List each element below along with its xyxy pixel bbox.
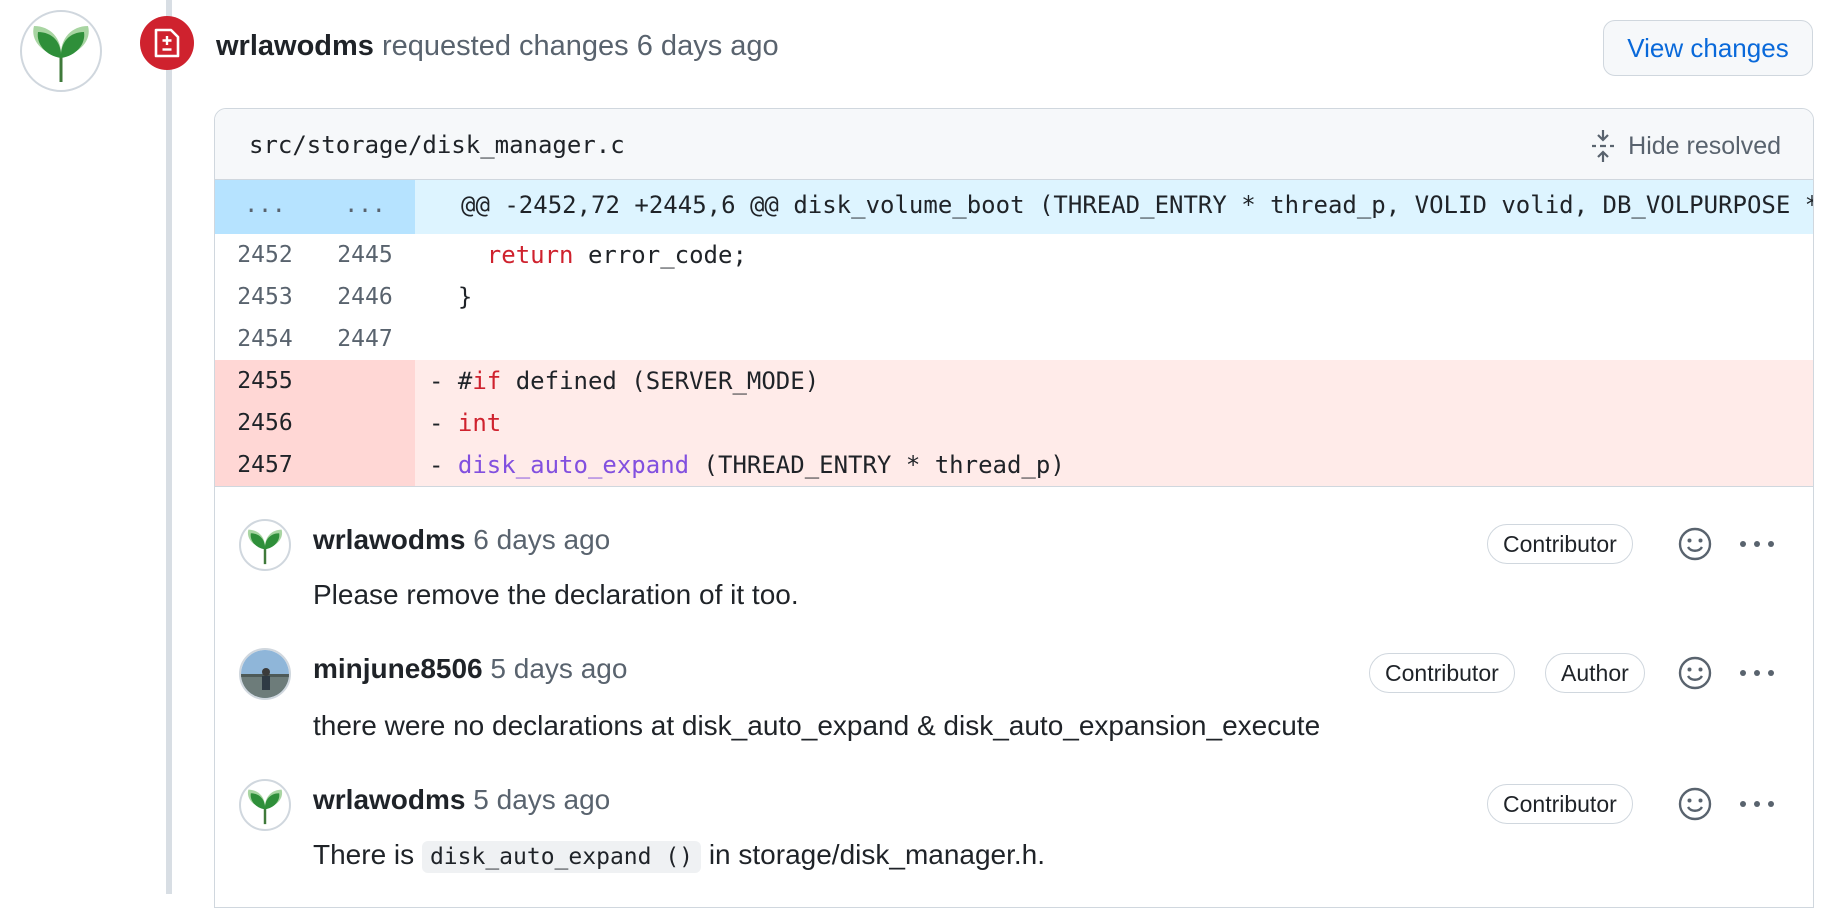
comment-body: There is disk_auto_expand () in storage/… [313, 839, 1046, 873]
comment-body: Please remove the declaration of it too. [313, 579, 799, 610]
review-time[interactable]: 6 days ago [637, 30, 779, 62]
user-photo-icon [241, 650, 289, 698]
review-thread-file: src/storage/disk_manager.c Hide resolved… [214, 108, 1814, 908]
diff-divider [215, 486, 1813, 487]
review-action: requested changes [382, 30, 629, 62]
changes-requested-badge [140, 16, 194, 70]
code-line: - int [429, 409, 502, 437]
add-reaction-icon[interactable] [1677, 655, 1713, 691]
hide-resolved-button[interactable]: Hide resolved [1590, 129, 1781, 163]
comment-text: in storage/disk_manager.h. [708, 839, 1046, 870]
code-line: - disk_auto_expand (THREAD_ENTRY * threa… [429, 451, 1065, 479]
old-line-number[interactable]: 2455 [215, 360, 315, 402]
old-line-number[interactable]: 2457 [215, 444, 315, 486]
view-changes-button[interactable]: View changes [1603, 20, 1813, 76]
old-line-number[interactable]: 2452 [215, 234, 315, 276]
comment-author-link[interactable]: wrlawodms [313, 784, 465, 815]
avatar[interactable] [239, 648, 291, 700]
old-line-number[interactable]: 2453 [215, 276, 315, 318]
comment-header: wrlawodms 5 days ago [313, 784, 610, 816]
comment-text: There is [313, 839, 415, 870]
comment-time[interactable]: 6 days ago [473, 524, 610, 555]
code-line: } [429, 283, 473, 311]
contributor-badge: Contributor [1487, 784, 1633, 824]
sprout-icon [33, 26, 89, 82]
hunk-expand-left[interactable]: ... [215, 180, 315, 234]
deleted-line: 2456 - int [215, 402, 1813, 444]
code-line: return error_code; [486, 241, 747, 269]
add-reaction-icon[interactable] [1677, 786, 1713, 822]
diff-line: 2452 2445 return error_code; [215, 234, 1813, 276]
timeline-line [166, 0, 172, 894]
sprout-icon [247, 789, 283, 825]
file-header: src/storage/disk_manager.c Hide resolved [215, 109, 1813, 180]
new-line-number[interactable]: 2445 [315, 234, 415, 276]
diff-line: 2453 2446 } [215, 276, 1813, 318]
file-diff-icon [154, 28, 180, 58]
comment-time[interactable]: 5 days ago [490, 653, 627, 684]
contributor-badge: Contributor [1369, 653, 1515, 693]
avatar[interactable] [239, 519, 291, 571]
sprout-icon [247, 529, 283, 565]
hunk-header-row: ... ... @@ -2452,72 +2445,6 @@ disk_volu… [215, 180, 1813, 234]
more-options-icon[interactable] [1737, 786, 1777, 822]
deleted-line: 2457 - disk_auto_expand (THREAD_ENTRY * … [215, 444, 1813, 486]
new-line-number[interactable] [315, 402, 415, 444]
new-line-number[interactable] [315, 444, 415, 486]
add-reaction-icon[interactable] [1677, 526, 1713, 562]
inline-code: disk_auto_expand () [421, 841, 702, 873]
avatar[interactable] [239, 779, 291, 831]
comment-author-link[interactable]: minjune8506 [313, 653, 483, 684]
hunk-expand-right[interactable]: ... [315, 180, 415, 234]
review-header: wrlawodms requested changes 6 days ago [216, 30, 779, 63]
author-badge: Author [1545, 653, 1645, 693]
review-author-link[interactable]: wrlawodms [216, 30, 374, 62]
old-line-number[interactable]: 2456 [215, 402, 315, 444]
reviewer-avatar[interactable] [20, 10, 102, 92]
more-options-icon[interactable] [1737, 526, 1777, 562]
more-options-icon[interactable] [1737, 655, 1777, 691]
hunk-header-text: @@ -2452,72 +2445,6 @@ disk_volume_boot … [461, 191, 1813, 219]
file-path[interactable]: src/storage/disk_manager.c [249, 131, 625, 159]
comment-time[interactable]: 5 days ago [473, 784, 610, 815]
comment-body: there were no declarations at disk_auto_… [313, 710, 1321, 741]
deleted-line: 2455 - #if defined (SERVER_MODE) [215, 360, 1813, 402]
hide-resolved-label: Hide resolved [1628, 131, 1781, 160]
contributor-badge: Contributor [1487, 524, 1633, 564]
fold-icon [1592, 130, 1615, 162]
old-line-number[interactable]: 2454 [215, 318, 315, 360]
new-line-number[interactable] [315, 360, 415, 402]
code-line: - #if defined (SERVER_MODE) [429, 367, 820, 395]
comment-header: minjune8506 5 days ago [313, 653, 627, 685]
comment-header: wrlawodms 6 days ago [313, 524, 610, 556]
diff-line: 2454 2447 [215, 318, 1813, 360]
new-line-number[interactable]: 2446 [315, 276, 415, 318]
new-line-number[interactable]: 2447 [315, 318, 415, 360]
comment-author-link[interactable]: wrlawodms [313, 524, 465, 555]
